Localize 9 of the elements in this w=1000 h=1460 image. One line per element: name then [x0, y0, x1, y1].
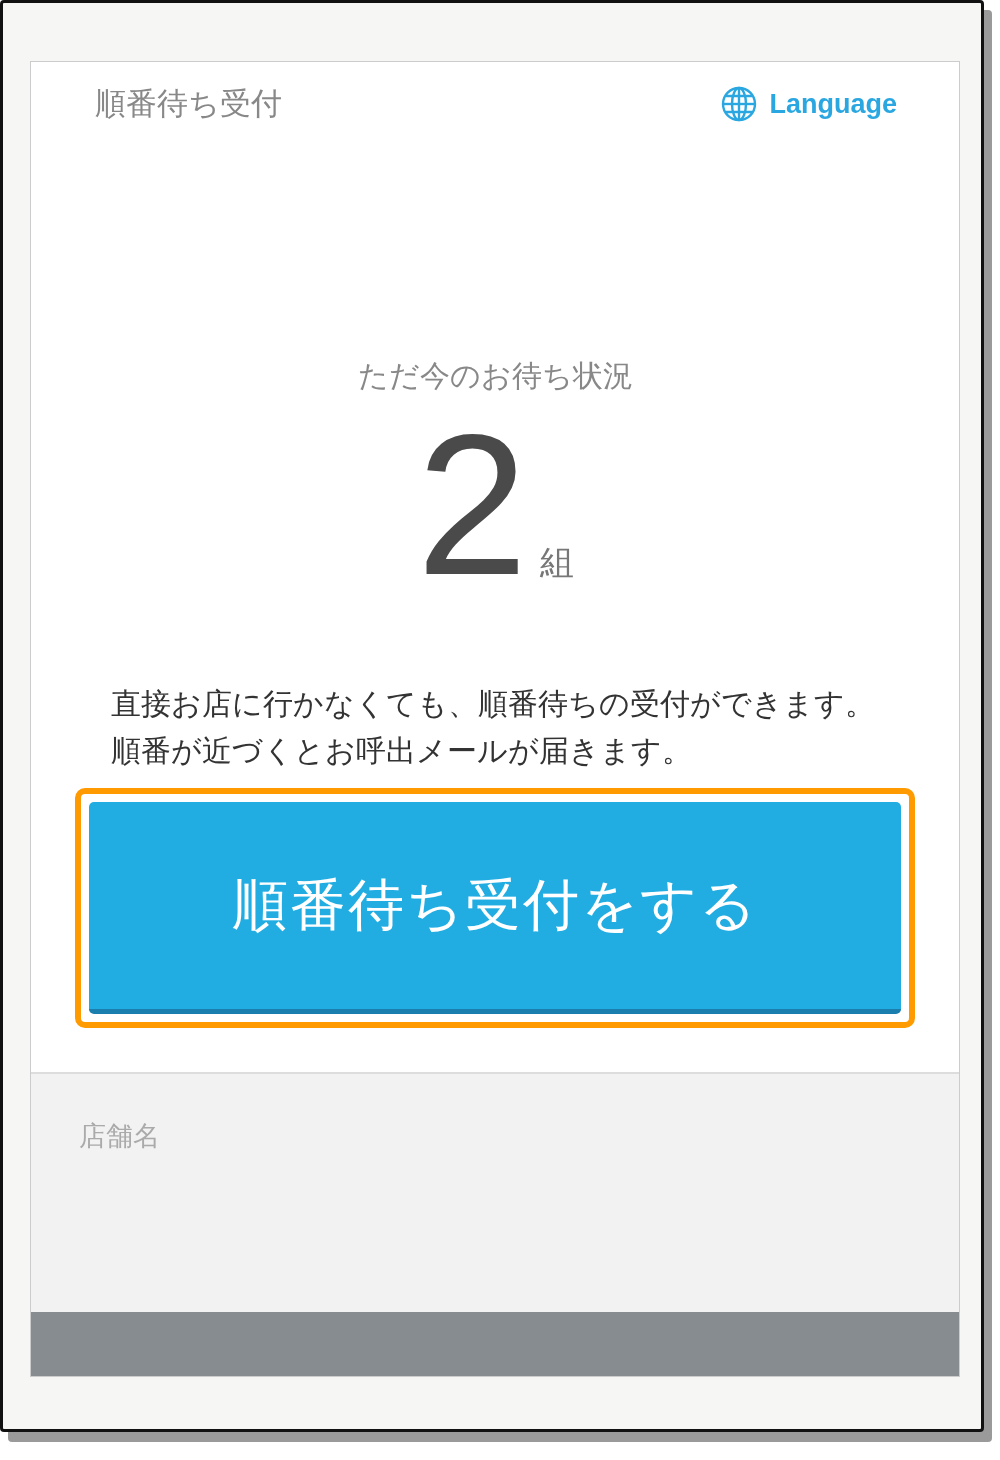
register-button[interactable]: 順番待ち受付をする: [89, 802, 901, 1014]
waiting-count: 2: [416, 417, 528, 592]
waiting-status-heading: ただ今のお待ち状況: [356, 357, 634, 395]
globe-icon: [721, 86, 758, 122]
store-name-label: 店舗名: [79, 1120, 160, 1151]
language-link[interactable]: Language: [721, 86, 897, 122]
app-title: 順番待ち受付: [95, 84, 282, 123]
description-text: 直接お店に行かなくても、順番待ちの受付ができます。順番が近づくとお呼出メールが届きます。: [111, 685, 876, 770]
count-unit: 組: [539, 541, 574, 584]
